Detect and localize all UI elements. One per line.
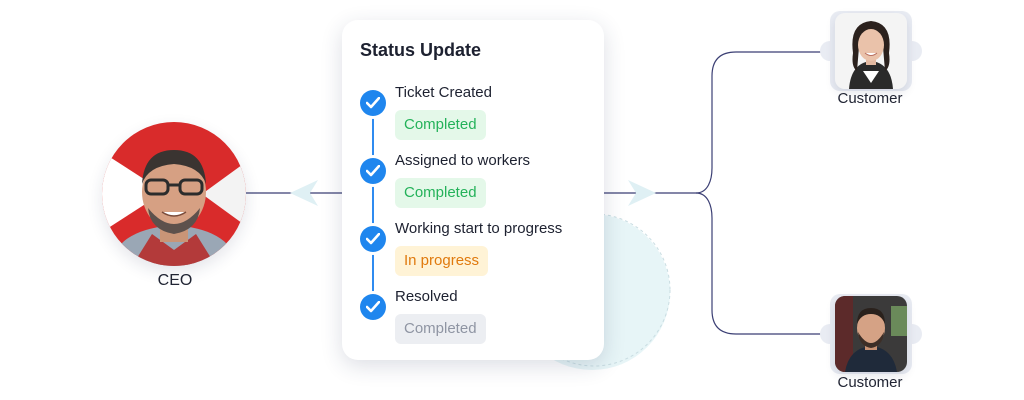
- step-resolved: Resolved Completed: [342, 288, 604, 352]
- check-icon: [360, 158, 386, 184]
- customer-photo-man: [835, 296, 907, 372]
- status-update-card: Status Update Ticket Created Completed A…: [342, 20, 604, 360]
- step-title: Assigned to workers: [395, 152, 531, 169]
- step-working-start-to-progress: Working start to progress In progress: [342, 220, 604, 284]
- customer-photo-woman: [835, 13, 907, 89]
- ceo-label: CEO: [157, 272, 193, 289]
- customer-avatar-bottom: [835, 296, 907, 372]
- customer-label-bottom: Customer: [837, 374, 903, 391]
- ceo-photo: [102, 122, 246, 266]
- step-title: Resolved: [395, 288, 458, 305]
- step-assigned-to-workers: Assigned to workers Completed: [342, 152, 604, 216]
- card-title: Status Update: [360, 40, 482, 60]
- status-badge: Completed: [395, 314, 486, 344]
- step-title: Working start to progress: [395, 220, 563, 237]
- step-title: Ticket Created: [395, 84, 492, 101]
- check-icon: [360, 90, 386, 116]
- status-badge: Completed: [395, 110, 486, 140]
- check-icon: [360, 226, 386, 252]
- status-badge: In progress: [395, 246, 489, 276]
- step-ticket-created: Ticket Created Completed: [342, 84, 604, 148]
- ceo-node: [102, 122, 246, 266]
- ceo-avatar: [102, 122, 246, 266]
- status-badge: Completed: [395, 178, 486, 208]
- customer-avatar-top: [835, 13, 907, 89]
- branch-bottom-line: [695, 192, 822, 335]
- check-icon: [360, 294, 386, 320]
- branch-top-line: [695, 51, 822, 194]
- customer-label-top: Customer: [837, 90, 903, 107]
